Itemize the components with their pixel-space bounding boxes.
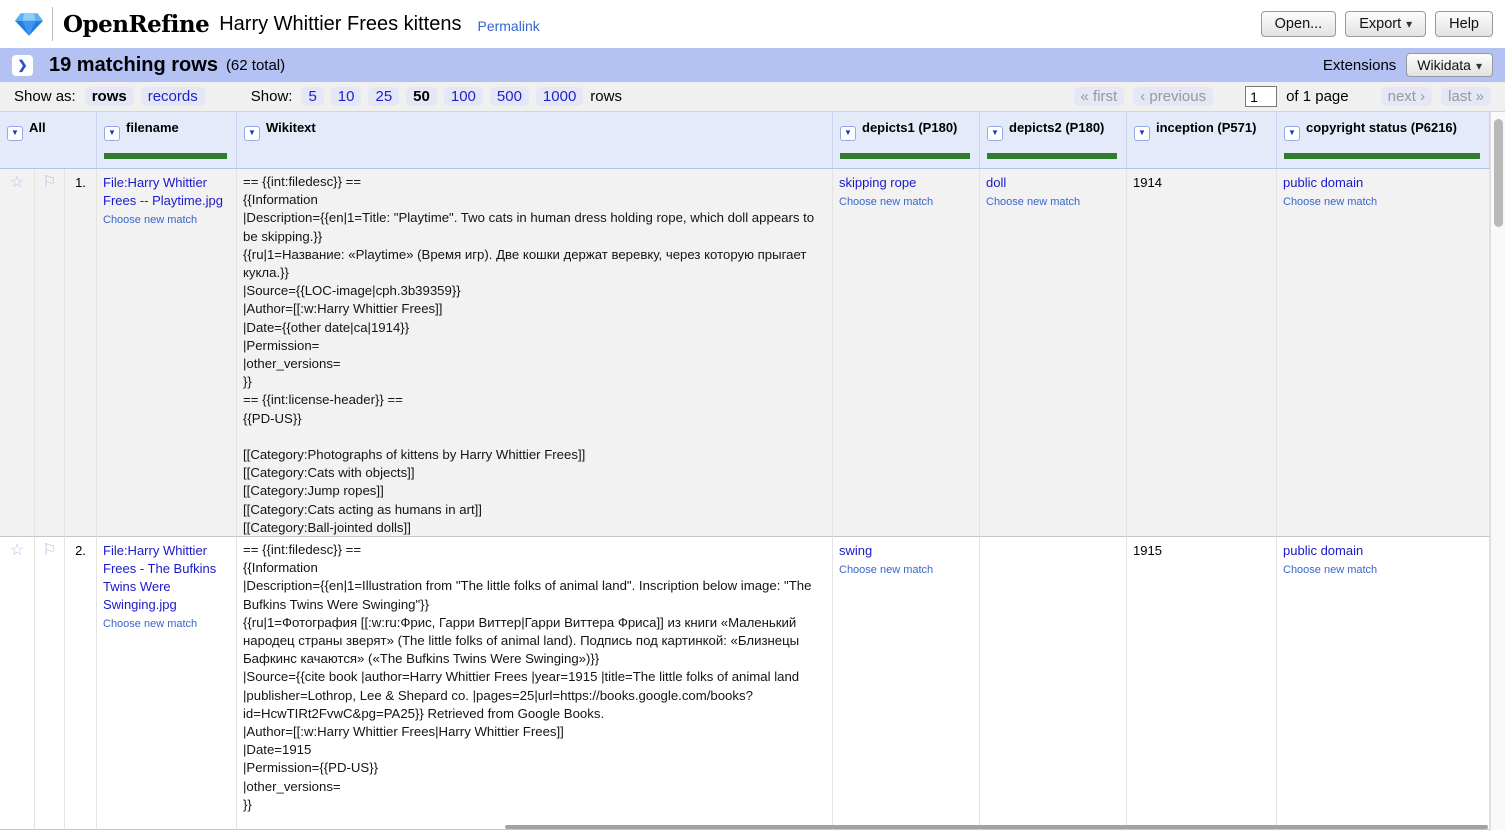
cell-depicts2: doll Choose new match <box>980 169 1127 537</box>
cell-inception[interactable]: 1914 <box>1127 169 1277 537</box>
reconciliation-progress-bar <box>1284 153 1480 159</box>
column-menu-depicts1-icon[interactable] <box>840 126 856 141</box>
reconciliation-progress-bar <box>840 153 970 159</box>
project-title: Harry Whittier Frees kittens <box>219 13 461 36</box>
vertical-scrollbar[interactable] <box>1490 112 1505 830</box>
copyright-status-value-link[interactable]: public domain <box>1283 542 1363 560</box>
column-menu-filename-icon[interactable] <box>104 126 120 141</box>
row-index: 1. <box>65 169 97 537</box>
page-size-label: Show: <box>251 88 293 105</box>
column-header-all: All <box>0 112 97 169</box>
page-size-500[interactable]: 500 <box>490 87 529 106</box>
help-button[interactable]: Help <box>1435 11 1493 37</box>
page-number-input[interactable] <box>1245 86 1277 107</box>
cell-filename: File:Harry Whittier Frees -- Playtime.jp… <box>97 169 237 537</box>
page-size-100[interactable]: 100 <box>444 87 483 106</box>
copyright-status-value-link[interactable]: public domain <box>1283 174 1363 192</box>
page-size-suffix: rows <box>590 88 622 105</box>
view-controls-bar: Show as: rows records Show: 5 10 25 50 1… <box>0 82 1505 112</box>
depicts1-value-link[interactable]: swing <box>839 542 872 560</box>
star-row-button[interactable] <box>0 537 35 830</box>
summary-bar: 19 matching rows (62 total) Extensions W… <box>0 48 1505 82</box>
flag-row-button[interactable] <box>35 537 65 830</box>
horizontal-scrollbar-thumb[interactable] <box>505 825 1488 829</box>
column-header-copyright-status: copyright status (P6216) <box>1277 112 1490 169</box>
cell-copyright-status: public domain Choose new match <box>1277 537 1490 830</box>
wikidata-extension-button[interactable]: Wikidata <box>1406 53 1493 77</box>
filename-link[interactable]: File:Harry Whittier Frees - The Bufkins … <box>103 542 230 614</box>
open-button[interactable]: Open... <box>1261 11 1337 37</box>
depicts2-value-link[interactable]: doll <box>986 174 1006 192</box>
star-row-button[interactable] <box>0 169 35 537</box>
vertical-scrollbar-thumb[interactable] <box>1494 119 1503 227</box>
page-count-label: of 1 page <box>1286 88 1349 105</box>
app-header: OpenRefine Harry Whittier Frees kittens … <box>0 0 1505 48</box>
matching-rows-count: 19 matching rows <box>49 54 218 77</box>
next-page-button[interactable]: next › <box>1381 87 1433 106</box>
choose-new-match-link[interactable]: Choose new match <box>1283 561 1483 579</box>
cell-inception[interactable]: 1915 <box>1127 537 1277 830</box>
choose-new-match-link[interactable]: Choose new match <box>103 211 230 229</box>
page-size-10[interactable]: 10 <box>331 87 362 106</box>
choose-new-match-link[interactable]: Choose new match <box>986 193 1120 211</box>
cell-wikitext[interactable]: == {{int:filedesc}} == {{Information |De… <box>237 169 833 537</box>
pagination: « first ‹ previous of 1 page next › last… <box>1074 86 1491 107</box>
app-name: OpenRefine <box>63 11 209 38</box>
flag-row-button[interactable] <box>35 169 65 537</box>
column-header-depicts1: depicts1 (P180) <box>833 112 980 169</box>
reconciliation-progress-bar <box>104 153 227 159</box>
horizontal-scrollbar[interactable] <box>0 824 1490 830</box>
page-size-1000[interactable]: 1000 <box>536 87 583 106</box>
cell-depicts1: skipping rope Choose new match <box>833 169 980 537</box>
show-as-label: Show as: <box>14 88 76 105</box>
column-menu-copyright-status-icon[interactable] <box>1284 126 1300 141</box>
choose-new-match-link[interactable]: Choose new match <box>839 193 973 211</box>
column-menu-all-icon[interactable] <box>7 126 23 141</box>
page-size-25[interactable]: 25 <box>368 87 399 106</box>
cell-depicts2[interactable] <box>980 537 1127 830</box>
export-button[interactable]: Export <box>1345 11 1426 37</box>
cell-copyright-status: public domain Choose new match <box>1277 169 1490 537</box>
column-header-wikitext: Wikitext <box>237 112 833 169</box>
total-rows-count: (62 total) <box>226 57 285 74</box>
choose-new-match-link[interactable]: Choose new match <box>103 615 230 633</box>
expand-facet-panel-button[interactable] <box>12 55 33 76</box>
page-size-50-active[interactable]: 50 <box>406 87 437 106</box>
column-menu-inception-icon[interactable] <box>1134 126 1150 141</box>
page-size-5[interactable]: 5 <box>301 87 323 106</box>
show-as-records-toggle[interactable]: records <box>141 87 205 106</box>
reconciliation-progress-bar <box>987 153 1117 159</box>
column-menu-depicts2-icon[interactable] <box>987 126 1003 141</box>
choose-new-match-link[interactable]: Choose new match <box>839 561 973 579</box>
first-page-button[interactable]: « first <box>1074 87 1125 106</box>
filename-link[interactable]: File:Harry Whittier Frees -- Playtime.jp… <box>103 174 230 210</box>
permalink-link[interactable]: Permalink <box>477 18 539 34</box>
extensions-label: Extensions <box>1323 57 1396 74</box>
star-icon <box>10 542 24 559</box>
flag-icon <box>42 174 56 191</box>
column-header-depicts2: depicts2 (P180) <box>980 112 1127 169</box>
star-icon <box>10 174 24 191</box>
previous-page-button[interactable]: ‹ previous <box>1133 87 1213 106</box>
column-menu-wikitext-icon[interactable] <box>244 126 260 141</box>
cell-wikitext[interactable]: == {{int:filedesc}} == {{Information |De… <box>237 537 833 830</box>
header-buttons: Open... Export Help <box>1261 11 1493 37</box>
last-page-button[interactable]: last » <box>1441 87 1491 106</box>
flag-icon <box>42 542 56 559</box>
row-index: 2. <box>65 537 97 830</box>
cell-filename: File:Harry Whittier Frees - The Bufkins … <box>97 537 237 830</box>
openrefine-logo-icon <box>14 11 44 38</box>
show-as-rows-toggle[interactable]: rows <box>85 87 134 106</box>
depicts1-value-link[interactable]: skipping rope <box>839 174 916 192</box>
data-table: All filename Wikitext depicts1 (P180) de… <box>0 112 1505 830</box>
cell-depicts1: swing Choose new match <box>833 537 980 830</box>
column-header-filename: filename <box>97 112 237 169</box>
logo-divider <box>52 7 53 41</box>
column-header-inception: inception (P571) <box>1127 112 1277 169</box>
choose-new-match-link[interactable]: Choose new match <box>1283 193 1483 211</box>
